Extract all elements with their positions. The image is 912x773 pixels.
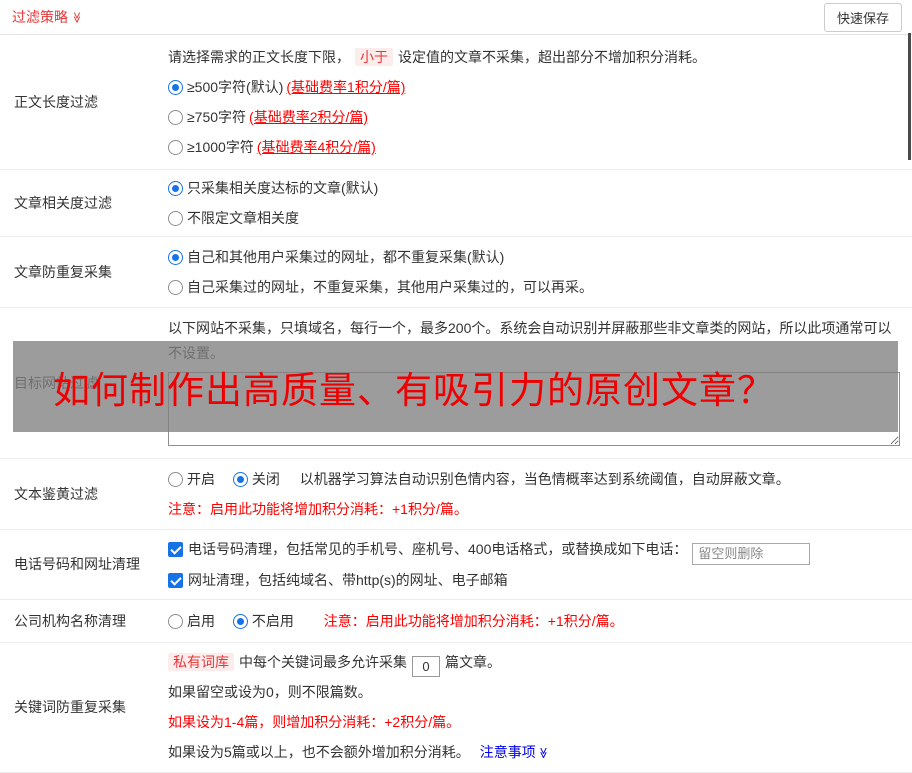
keyword-limit-text: 中每个关键词最多允许采集 — [239, 653, 407, 670]
radio-icon[interactable] — [168, 140, 183, 155]
option-label: 自己和其他用户采集过的网址，都不重复采集(默认) — [187, 249, 505, 265]
row-dedupe-collection: 文章防重复采集 自己和其他用户采集过的网址，都不重复采集(默认) 自己采集过的网… — [0, 237, 912, 308]
watermark-overlay: 如何制作出高质量、有吸引力的原创文章？ — [13, 341, 898, 432]
keyword-limit-suffix: 篇文章。 — [445, 653, 501, 670]
row-content-length-filter: 正文长度过滤 请选择需求的正文长度下限， 小于 设定值的文章不采集，超出部分不增加积… — [0, 35, 912, 170]
url-cleanup-option[interactable]: 网址清理，包括纯域名、带http(s)的网址、电子邮箱 — [168, 572, 508, 588]
row-company-name-cleanup: 公司机构名称清理 启用 不启用 注意：启用此功能将增加积分消耗：+1积分/篇。 — [0, 600, 912, 643]
row-content: 请选择需求的正文长度下限， 小于 设定值的文章不采集，超出部分不增加积分消耗。 ≥5… — [168, 35, 912, 169]
option-label: ≥1000字符 — [187, 139, 254, 155]
keyword-note-five-line: 如果设为5篇或以上，也不会额外增加积分消耗。 注意事项≫ — [168, 737, 900, 768]
porn-option-off[interactable]: 关闭 — [232, 471, 280, 487]
porn-desc: 以机器学习算法自动识别色情内容，当色情概率达到系统阈值，自动屏蔽文章。 — [299, 471, 790, 487]
row-content: 只采集相关度达标的文章(默认) 不限定文章相关度 — [168, 170, 912, 236]
company-option-enable[interactable]: 启用 — [168, 613, 215, 629]
length-option-1000[interactable]: ≥1000字符 (基础费率4积分/篇) — [168, 132, 900, 162]
row-label: 文本鉴黄过滤 — [14, 486, 98, 502]
phone-cleanup-line: 电话号码清理，包括常见的手机号、座机号、400电话格式，或替换成如下电话： — [168, 534, 900, 565]
porn-option-on[interactable]: 开启 — [168, 471, 215, 487]
option-label: 只采集相关度达标的文章(默认) — [187, 180, 379, 196]
keyword-max-count-input[interactable] — [412, 655, 440, 677]
row-content: 开启 关闭 以机器学习算法自动识别色情内容，当色情概率达到系统阈值，自动屏蔽文章… — [168, 459, 912, 529]
option-label: 网址清理，包括纯域名、带http(s)的网址、电子邮箱 — [188, 571, 508, 588]
company-option-disable[interactable]: 不启用 — [232, 612, 294, 629]
radio-icon[interactable] — [168, 211, 183, 226]
option-label: 不启用 — [251, 612, 294, 629]
chevron-down-icon: ≫ — [536, 746, 549, 759]
phone-cleanup-option[interactable]: 电话号码清理，包括常见的手机号、座机号、400电话格式，或替换成如下电话： — [168, 541, 687, 557]
filter-settings-page: 过滤策略 ≫ 快速保存 正文长度过滤 请选择需求的正文长度下限， 小于 设定值的文章不… — [0, 0, 912, 773]
radio-icon[interactable] — [232, 613, 248, 629]
option-label: 启用 — [187, 612, 215, 629]
radio-icon[interactable] — [232, 472, 248, 487]
dedupe-option-global[interactable]: 自己和其他用户采集过的网址，都不重复采集(默认) — [168, 242, 900, 272]
keyword-limit-line: 私有词库中每个关键词最多允许采集 篇文章。 — [168, 647, 900, 677]
option-label: 电话号码清理，包括常见的手机号、座机号、400电话格式，或替换成如下电话： — [188, 541, 688, 557]
url-cleanup-line: 网址清理，包括纯域名、带http(s)的网址、电子邮箱 — [168, 565, 900, 595]
row-content: 启用 不启用 注意：启用此功能将增加积分消耗：+1积分/篇。 — [168, 600, 912, 642]
page-title[interactable]: 过滤策略 ≫ — [12, 7, 83, 27]
option-label: 关闭 — [251, 471, 280, 487]
dedupe-option-self[interactable]: 自己采集过的网址，不重复采集，其他用户采集过的，可以再采。 — [168, 272, 900, 302]
radio-icon[interactable] — [168, 80, 183, 95]
radio-icon[interactable] — [168, 280, 183, 295]
radio-icon[interactable] — [168, 472, 183, 487]
row-porn-filter: 文本鉴黄过滤 开启 关闭 以机器学习算法自动识别色情内容，当色情概率达到系统阈值… — [0, 459, 912, 530]
row-keyword-dedupe: 关键词防重复采集 私有词库中每个关键词最多允许采集 篇文章。 如果留空或设为0，则… — [0, 643, 912, 773]
option-label: 不限定文章相关度 — [187, 210, 299, 226]
porn-options-line: 开启 关闭 以机器学习算法自动识别色情内容，当色情概率达到系统阈值，自动屏蔽文章… — [168, 464, 900, 494]
intro-text-after: 设定值的文章不采集，超出部分不增加积分消耗。 — [398, 49, 706, 65]
company-options-line: 启用 不启用 注意：启用此功能将增加积分消耗：+1积分/篇。 — [168, 606, 900, 636]
fee-note: (基础费率4积分/篇) — [256, 139, 376, 155]
option-label: ≥750字符 — [187, 109, 247, 125]
option-label: ≥500字符(默认) — [187, 79, 284, 95]
fee-note: (基础费率1积分/篇) — [286, 79, 406, 95]
keyword-note-cost: 如果设为1-4篇，则增加积分消耗：+2积分/篇。 — [168, 713, 461, 730]
highlight-less-than: 小于 — [355, 48, 393, 66]
option-label: 开启 — [187, 471, 215, 487]
porn-cost-note: 注意：启用此功能将增加积分消耗：+1积分/篇。 — [168, 501, 468, 517]
company-cost-note: 注意：启用此功能将增加积分消耗：+1积分/篇。 — [323, 612, 624, 629]
checkbox-icon[interactable] — [168, 572, 183, 588]
length-option-750[interactable]: ≥750字符 (基础费率2积分/篇) — [168, 102, 900, 132]
intro-text-before: 请选择需求的正文长度下限， — [168, 49, 350, 65]
row-label: 文章防重复采集 — [14, 264, 112, 280]
row-relevance-filter: 文章相关度过滤 只采集相关度达标的文章(默认) 不限定文章相关度 — [0, 170, 912, 237]
page-header: 过滤策略 ≫ 快速保存 — [0, 0, 912, 35]
radio-icon[interactable] — [168, 250, 183, 265]
row-content: 自己和其他用户采集过的网址，都不重复采集(默认) 自己采集过的网址，不重复采集，… — [168, 237, 912, 307]
scrollbar-thumb[interactable] — [908, 33, 911, 160]
row-label: 正文长度过滤 — [14, 94, 98, 110]
relevance-option-strict[interactable]: 只采集相关度达标的文章(默认) — [168, 173, 900, 203]
radio-icon[interactable] — [168, 110, 183, 125]
keyword-note-five: 如果设为5篇或以上，也不会额外增加积分消耗。 — [168, 743, 470, 760]
checkbox-icon[interactable] — [168, 542, 183, 557]
chevron-down-icon: ≫ — [70, 11, 83, 24]
length-intro-line: 请选择需求的正文长度下限， 小于 设定值的文章不采集，超出部分不增加积分消耗。 — [168, 42, 900, 72]
relevance-option-any[interactable]: 不限定文章相关度 — [168, 203, 900, 233]
highlight-private-lexicon: 私有词库 — [168, 652, 234, 671]
fee-note: (基础费率2积分/篇) — [249, 109, 369, 125]
row-label: 文章相关度过滤 — [14, 195, 112, 211]
keyword-note-zero: 如果留空或设为0，则不限篇数。 — [168, 683, 372, 700]
row-content: 电话号码清理，包括常见的手机号、座机号、400电话格式，或替换成如下电话： 网址… — [168, 530, 912, 599]
quick-save-button[interactable]: 快速保存 — [823, 2, 902, 32]
radio-icon[interactable] — [168, 181, 183, 196]
row-label: 关键词防重复采集 — [14, 699, 126, 715]
notice-link[interactable]: 注意事项≫ — [480, 744, 549, 760]
replacement-phone-input[interactable] — [692, 542, 811, 565]
radio-icon[interactable] — [168, 613, 183, 629]
row-content: 私有词库中每个关键词最多允许采集 篇文章。 如果留空或设为0，则不限篇数。 如果设… — [168, 643, 912, 772]
row-label: 公司机构名称清理 — [14, 612, 126, 629]
option-label: 自己采集过的网址，不重复采集，其他用户采集过的，可以再采。 — [187, 279, 593, 295]
page-title-text: 过滤策略 — [12, 9, 68, 25]
length-option-500[interactable]: ≥500字符(默认) (基础费率1积分/篇) — [168, 72, 900, 102]
row-phone-url-cleanup: 电话号码和网址清理 电话号码清理，包括常见的手机号、座机号、400电话格式，或替… — [0, 530, 912, 600]
row-label: 电话号码和网址清理 — [14, 556, 140, 573]
watermark-text: 如何制作出高质量、有吸引力的原创文章？ — [53, 368, 775, 412]
